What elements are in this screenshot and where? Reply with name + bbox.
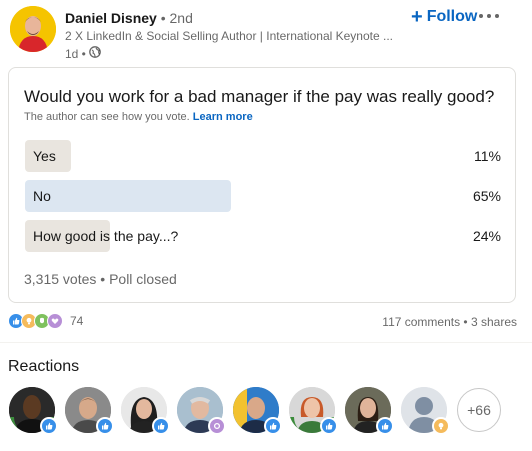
like-icon: [96, 417, 114, 435]
author-avatar[interactable]: [10, 6, 56, 52]
poll-option-no: No 65%: [25, 180, 501, 212]
curious-icon: [208, 417, 226, 435]
divider: [0, 342, 532, 343]
social-counts: 117 comments • 3 shares: [382, 315, 517, 329]
reactions-title: Reactions: [8, 358, 80, 375]
poll-option-label: No: [33, 188, 51, 204]
learn-more-link[interactable]: Learn more: [193, 111, 253, 123]
poll-bar: [25, 180, 231, 212]
poll-option-percent: 24%: [472, 228, 501, 244]
author-headline: 2 X LinkedIn & Social Selling Author | I…: [65, 29, 393, 43]
more-options-icon[interactable]: [469, 4, 509, 28]
timestamp-text: 1d •: [65, 46, 86, 61]
poll-card: Would you work for a bad manager if the …: [8, 67, 516, 303]
poll-option-yes: Yes 11%: [25, 140, 501, 172]
poll-option-label: How good is the pay...?: [33, 228, 179, 244]
follow-button[interactable]: + Follow: [411, 6, 477, 28]
reaction-count: 74: [70, 314, 84, 328]
comments-count[interactable]: 117 comments: [382, 315, 460, 329]
more-reactions-button[interactable]: +66: [457, 388, 501, 432]
poll-option-label: Yes: [33, 148, 56, 164]
poll-question: Would you work for a bad manager if the …: [24, 87, 495, 106]
support-icon: [47, 313, 63, 329]
separator: •: [460, 315, 471, 329]
poll-option-percent: 65%: [472, 188, 501, 204]
poll-option-percent: 11%: [474, 148, 501, 164]
like-icon: [376, 417, 394, 435]
like-icon: [152, 417, 170, 435]
connection-degree: • 2nd: [156, 10, 193, 26]
shares-count[interactable]: 3 shares: [471, 315, 517, 329]
poll-footer: 3,315 votes • Poll closed: [24, 271, 177, 287]
post-timestamp: 1d •: [65, 46, 101, 61]
insightful-icon: [432, 417, 450, 435]
privacy-text: The author can see how you vote.: [24, 111, 190, 123]
plus-icon: +: [411, 6, 423, 28]
like-icon: [264, 417, 282, 435]
reactions-summary[interactable]: 74: [8, 313, 83, 329]
poll-privacy-note: The author can see how you vote. Learn m…: [24, 111, 253, 123]
globe-icon: [89, 46, 101, 61]
poll-option-how-good: How good is the pay...? 24%: [25, 220, 501, 252]
like-icon: [40, 417, 58, 435]
author-name[interactable]: Daniel Disney • 2nd: [65, 10, 193, 26]
like-icon: [320, 417, 338, 435]
